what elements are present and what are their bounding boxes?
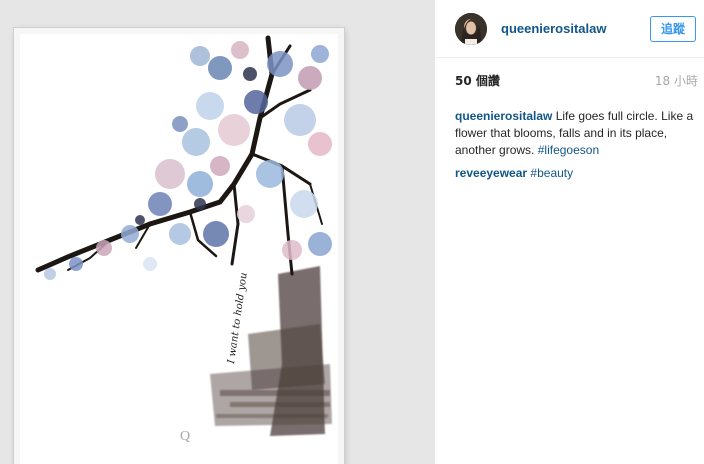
post-photo-area[interactable]: I want to hold you Q	[0, 0, 434, 464]
artwork-monogram: Q	[180, 429, 190, 444]
post-timestamp[interactable]: 18 小時	[655, 72, 698, 89]
caption-hashtag[interactable]: #lifegoeson	[538, 143, 599, 157]
caption: queenierositalaw Life goes full circle. …	[455, 108, 696, 159]
avatar-image	[455, 12, 487, 45]
follow-button[interactable]: 追蹤	[650, 15, 696, 42]
likes-count[interactable]: 50 個讚	[455, 72, 500, 89]
framed-artwork: I want to hold you Q	[14, 28, 344, 464]
artwork-script-text: I want to hold you	[226, 272, 250, 365]
post-stats: 50 個讚 18 小時	[435, 58, 704, 102]
cherry-blossom-painting: I want to hold you Q	[35, 35, 332, 444]
comment-username[interactable]: reveeyewear	[455, 166, 527, 180]
post-author-username[interactable]: queenierositalaw	[501, 21, 650, 36]
instagram-post: I want to hold you Q queenierositalaw 追蹤	[0, 0, 704, 464]
comment-hashtag[interactable]: #beauty	[530, 166, 573, 180]
avatar[interactable]	[455, 12, 487, 45]
comment-item: reveeyewear #beauty	[455, 165, 696, 182]
post-info-pane: queenierositalaw 追蹤 50 個讚 18 小時 queenier…	[434, 0, 704, 464]
caption-username[interactable]: queenierositalaw	[455, 109, 552, 123]
comments-list: queenierositalaw Life goes full circle. …	[435, 102, 704, 182]
post-header: queenierositalaw 追蹤	[435, 0, 704, 58]
